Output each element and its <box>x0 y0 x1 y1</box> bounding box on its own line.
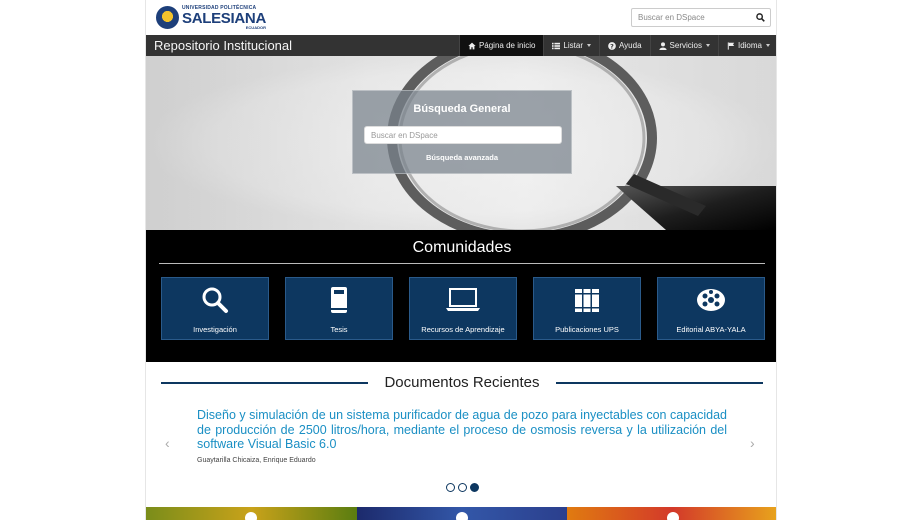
community-tile-tesis[interactable]: Tesis <box>285 277 393 340</box>
carousel-dot-2[interactable] <box>458 483 467 492</box>
search-icon <box>755 13 765 22</box>
header-search-button[interactable] <box>750 9 770 26</box>
nav-item-home[interactable]: Página de inicio <box>458 35 544 56</box>
banner-tile-3[interactable] <box>567 507 776 520</box>
community-tile-abya-yala[interactable]: Editorial ABYA-YALA <box>657 277 765 340</box>
general-search-input[interactable] <box>364 126 562 144</box>
carousel-indicators <box>446 483 479 492</box>
community-tile-label: Publicaciones UPS <box>555 325 619 334</box>
user-icon <box>658 41 667 50</box>
chevron-down-icon <box>586 44 591 47</box>
recent-documents-section: Documentos Recientes ‹ Diseño y simulaci… <box>146 362 776 507</box>
general-search-title: Búsqueda General <box>413 103 511 115</box>
advanced-search-link[interactable]: Búsqueda avanzada <box>353 153 571 162</box>
main-navbar: Repositorio Institucional Página de inic… <box>146 35 776 56</box>
page-container: UNIVERSIDAD POLITÉCNICA SALESIANA ECUADO… <box>145 0 777 520</box>
recent-document-title-link[interactable]: Diseño y simulación de un sistema purifi… <box>197 408 727 452</box>
nav-item-ayuda-label: Ayuda <box>618 41 642 50</box>
home-icon <box>468 42 476 50</box>
banner-icon <box>245 512 258 520</box>
bottom-banner-strip <box>146 507 776 520</box>
university-logo[interactable]: UNIVERSIDAD POLITÉCNICA SALESIANA ECUADO… <box>156 4 266 31</box>
navbar-brand[interactable]: Repositorio Institucional <box>154 37 292 54</box>
nav-item-idioma[interactable]: Idioma <box>717 35 776 56</box>
nav-items: Página de inicio Listar ? Ayuda Servicio… <box>458 35 776 56</box>
book-icon <box>286 286 392 314</box>
svg-text:?: ? <box>610 42 614 50</box>
community-tile-label: Recursos de Aprendizaje <box>421 325 505 334</box>
books-icon <box>534 286 640 314</box>
carousel-prev-arrow[interactable]: ‹ <box>165 436 170 450</box>
community-tile-label: Investigación <box>193 325 237 334</box>
logo-line3: ECUADOR <box>245 24 266 30</box>
hero-banner: Búsqueda General Búsqueda avanzada <box>146 56 776 230</box>
nav-item-ayuda[interactable]: ? Ayuda <box>598 35 650 56</box>
header-line-right <box>556 382 763 384</box>
university-seal-icon <box>156 6 179 29</box>
carousel-dot-3[interactable] <box>470 483 479 492</box>
nav-item-servicios[interactable]: Servicios <box>649 35 718 56</box>
banner-tile-1[interactable] <box>146 507 357 520</box>
nav-item-servicios-label: Servicios <box>669 41 702 50</box>
header-search <box>631 8 771 27</box>
flag-icon <box>727 41 735 50</box>
banner-tile-2[interactable] <box>356 507 568 520</box>
logo-line2: SALESIANA <box>182 9 266 27</box>
search-icon <box>162 286 268 314</box>
carousel-dot-1[interactable] <box>446 483 455 492</box>
nav-item-home-label: Página de inicio <box>478 41 536 50</box>
top-header: UNIVERSIDAD POLITÉCNICA SALESIANA ECUADO… <box>146 0 776 35</box>
community-tile-label: Tesis <box>330 325 348 334</box>
list-icon <box>552 42 561 50</box>
recent-documents-header: Documentos Recientes <box>161 374 763 392</box>
logo-text: UNIVERSIDAD POLITÉCNICA SALESIANA ECUADO… <box>182 5 266 30</box>
header-search-input[interactable] <box>632 9 750 26</box>
film-reel-icon <box>658 286 764 314</box>
banner-icon <box>666 512 679 520</box>
communities-section: Comunidades Investigación Tesis Recursos… <box>146 230 776 362</box>
carousel-next-arrow[interactable]: › <box>750 436 755 450</box>
nav-item-listar[interactable]: Listar <box>543 35 599 56</box>
question-icon: ? <box>608 41 616 50</box>
communities-divider <box>159 263 765 264</box>
general-search-panel: Búsqueda General Búsqueda avanzada <box>352 90 572 174</box>
banner-icon <box>456 512 468 520</box>
recent-document-author: Guaytarilla Chicaiza, Enrique Eduardo <box>197 457 316 464</box>
communities-title: Comunidades <box>412 239 512 256</box>
nav-item-idioma-label: Idioma <box>737 41 762 50</box>
community-tile-label: Editorial ABYA-YALA <box>676 325 746 334</box>
community-tiles: Investigación Tesis Recursos de Aprendiz… <box>161 277 765 340</box>
laptop-icon <box>410 286 516 314</box>
community-tile-investigacion[interactable]: Investigación <box>161 277 269 340</box>
community-tile-recursos[interactable]: Recursos de Aprendizaje <box>409 277 517 340</box>
chevron-down-icon <box>766 44 770 47</box>
chevron-down-icon <box>705 44 710 47</box>
community-tile-publicaciones[interactable]: Publicaciones UPS <box>533 277 641 340</box>
nav-item-listar-label: Listar <box>563 41 583 50</box>
